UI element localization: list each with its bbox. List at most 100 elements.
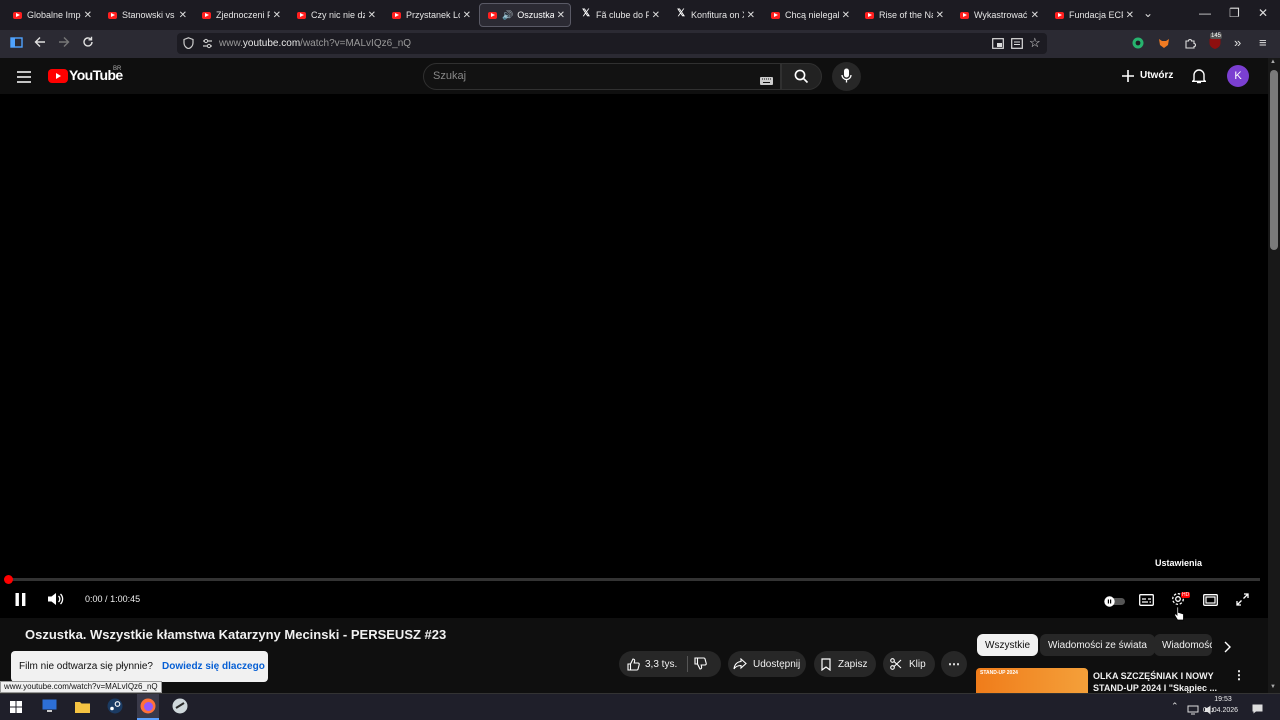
x-icon: 𝕏 bbox=[676, 8, 686, 19]
chip-world-news[interactable]: Wiadomości ze świata bbox=[1040, 634, 1155, 656]
windows-taskbar bbox=[0, 693, 1280, 720]
back-icon[interactable] bbox=[34, 36, 46, 51]
video-title: Oszustka. Wszystkie kłamstwa Katarzyny M… bbox=[25, 627, 447, 642]
browser-tab-title: Fundacja ECPU bbox=[1069, 10, 1123, 20]
close-tab-icon[interactable]: ✕ bbox=[1126, 10, 1134, 21]
related-more-icon[interactable]: ⋮ bbox=[1233, 668, 1245, 682]
close-tab-icon[interactable]: ✕ bbox=[368, 10, 376, 21]
notification-center-icon[interactable] bbox=[1252, 701, 1263, 719]
reload-icon[interactable] bbox=[82, 36, 94, 51]
browser-tab[interactable]: Chcą nielegalni✕ bbox=[763, 3, 855, 27]
browser-tab-title: Zjednoczeni Pr bbox=[216, 10, 270, 20]
browser-tab[interactable]: 𝕏 Konfitura on X:✕ bbox=[668, 3, 760, 27]
close-tab-icon[interactable]: ✕ bbox=[842, 10, 850, 21]
tab-list-chevron-icon[interactable]: ⌄ bbox=[1143, 6, 1153, 20]
autoplay-toggle[interactable] bbox=[1104, 594, 1126, 612]
picture-in-picture-icon[interactable] bbox=[992, 37, 1004, 52]
scrollbar-thumb[interactable] bbox=[1270, 70, 1278, 250]
youtube-icon bbox=[108, 11, 117, 19]
dislike-button[interactable] bbox=[694, 657, 707, 673]
extensions-puzzle-icon[interactable] bbox=[1184, 37, 1196, 52]
notifications-bell-icon[interactable] bbox=[1191, 68, 1207, 89]
speaker-icon[interactable]: 🔊 bbox=[502, 10, 513, 21]
taskbar-time[interactable]: 19:53 bbox=[1212, 696, 1234, 703]
url-text[interactable]: www.youtube.com/watch?v=MALvIQz6_nQ bbox=[219, 38, 411, 49]
tray-chevron-icon[interactable]: ⌃ bbox=[1171, 701, 1179, 712]
browser-tab[interactable]: 𝕏 Fã clube do Pap✕ bbox=[573, 3, 665, 27]
youtube-icon bbox=[297, 11, 306, 19]
close-tab-icon[interactable]: ✕ bbox=[1031, 10, 1039, 21]
browser-tab[interactable]: Stanowski vs W✕ bbox=[100, 3, 192, 27]
related-video-title[interactable]: OLKA SZCZĘŚNIAK I NOWY STAND-UP 2024 I "… bbox=[1093, 670, 1217, 694]
close-tab-icon[interactable]: ✕ bbox=[84, 10, 92, 21]
progress-bar[interactable] bbox=[8, 578, 1260, 581]
minimize-window-icon[interactable]: — bbox=[1199, 6, 1211, 20]
close-tab-icon[interactable]: ✕ bbox=[747, 10, 755, 21]
progress-scrubber[interactable] bbox=[4, 575, 13, 584]
close-tab-icon[interactable]: ✕ bbox=[652, 10, 660, 21]
monitor-app-icon[interactable] bbox=[42, 699, 57, 718]
save-button[interactable]: Zapisz bbox=[814, 651, 876, 677]
youtube-logo-icon[interactable] bbox=[48, 69, 68, 88]
chips-next-chevron-icon[interactable] bbox=[1222, 640, 1232, 658]
bookmark-star-icon[interactable]: ☆ bbox=[1029, 35, 1041, 51]
like-dislike-group: 3,3 tys. bbox=[619, 651, 721, 677]
sidebar-toggle-icon[interactable] bbox=[10, 36, 23, 52]
avatar[interactable]: K bbox=[1227, 65, 1249, 87]
browser-tab[interactable]: Globalne Imper✕ bbox=[5, 3, 97, 27]
keyboard-icon[interactable] bbox=[760, 72, 773, 90]
browser-tab[interactable]: Rise of the Nazi✕ bbox=[857, 3, 949, 27]
miniplayer-icon[interactable] bbox=[1203, 593, 1218, 611]
youtube-icon bbox=[13, 11, 22, 19]
toast-link[interactable]: Dowiedz się dlaczego bbox=[162, 661, 265, 672]
browser-tab[interactable]: Przystanek Lom✕ bbox=[384, 3, 476, 27]
volume-icon[interactable] bbox=[48, 592, 64, 611]
chip-all[interactable]: Wszystkie bbox=[977, 634, 1038, 656]
browser-tab[interactable]: Czy nic nie dzie✕ bbox=[289, 3, 381, 27]
browser-tab[interactable]: Wykastrować b✕ bbox=[952, 3, 1044, 27]
fullscreen-icon[interactable] bbox=[1236, 593, 1249, 611]
scroll-down-arrow-icon[interactable]: ▼ bbox=[1270, 684, 1276, 690]
app-menu-icon[interactable]: ≡ bbox=[1259, 35, 1267, 50]
close-tab-icon[interactable]: ✕ bbox=[273, 10, 281, 21]
search-box[interactable] bbox=[423, 63, 781, 90]
more-actions-icon[interactable]: ⋯ bbox=[941, 651, 967, 677]
clip-button[interactable]: Klip bbox=[883, 651, 935, 677]
share-button[interactable]: Udostępnij bbox=[728, 651, 806, 677]
vpn-extension-icon[interactable] bbox=[1132, 37, 1144, 52]
network-icon[interactable] bbox=[1187, 702, 1199, 720]
close-tab-icon[interactable]: ✕ bbox=[179, 10, 187, 21]
file-explorer-icon[interactable] bbox=[75, 700, 90, 718]
site-permissions-icon[interactable] bbox=[202, 37, 213, 52]
search-input[interactable]: Szukaj bbox=[433, 70, 466, 82]
close-tab-icon[interactable]: ✕ bbox=[557, 10, 565, 21]
tracking-protection-icon[interactable] bbox=[183, 37, 194, 52]
reader-view-icon[interactable] bbox=[1011, 37, 1023, 52]
guide-menu-icon[interactable] bbox=[17, 70, 31, 88]
like-button[interactable]: 3,3 tys. bbox=[627, 657, 677, 671]
more-tools-chevrons-icon[interactable]: » bbox=[1234, 35, 1241, 50]
restore-window-icon[interactable]: ❐ bbox=[1229, 6, 1240, 20]
app-gamepad-icon[interactable] bbox=[172, 698, 188, 719]
hd-badge: HD bbox=[1181, 592, 1191, 598]
close-tab-icon[interactable]: ✕ bbox=[936, 10, 944, 21]
steam-icon[interactable] bbox=[107, 698, 123, 719]
extension-fox-icon[interactable] bbox=[1158, 37, 1170, 52]
pause-icon[interactable] bbox=[15, 593, 26, 611]
browser-tab[interactable]: Zjednoczeni Pr✕ bbox=[194, 3, 286, 27]
scissors-icon bbox=[890, 658, 902, 670]
scroll-up-arrow-icon[interactable]: ▲ bbox=[1270, 59, 1276, 65]
close-tab-icon[interactable]: ✕ bbox=[463, 10, 471, 21]
share-label: Udostępnij bbox=[753, 658, 801, 670]
browser-tab[interactable]: 🔊 Oszustka. W✕ bbox=[479, 3, 571, 27]
x-icon: 𝕏 bbox=[581, 8, 591, 19]
create-button[interactable]: Utwórz bbox=[1140, 70, 1173, 81]
chip-news[interactable]: Wiadomości bbox=[1154, 634, 1212, 656]
close-window-icon[interactable]: ✕ bbox=[1258, 6, 1268, 20]
subtitles-icon[interactable] bbox=[1139, 593, 1154, 611]
browser-tab[interactable]: Fundacja ECPU✕ bbox=[1047, 3, 1139, 27]
video-player[interactable] bbox=[0, 94, 1268, 618]
windows-start-icon[interactable] bbox=[10, 700, 22, 718]
forward-icon[interactable] bbox=[58, 36, 70, 51]
taskbar-date[interactable]: 02.04.2026 bbox=[1203, 707, 1238, 714]
